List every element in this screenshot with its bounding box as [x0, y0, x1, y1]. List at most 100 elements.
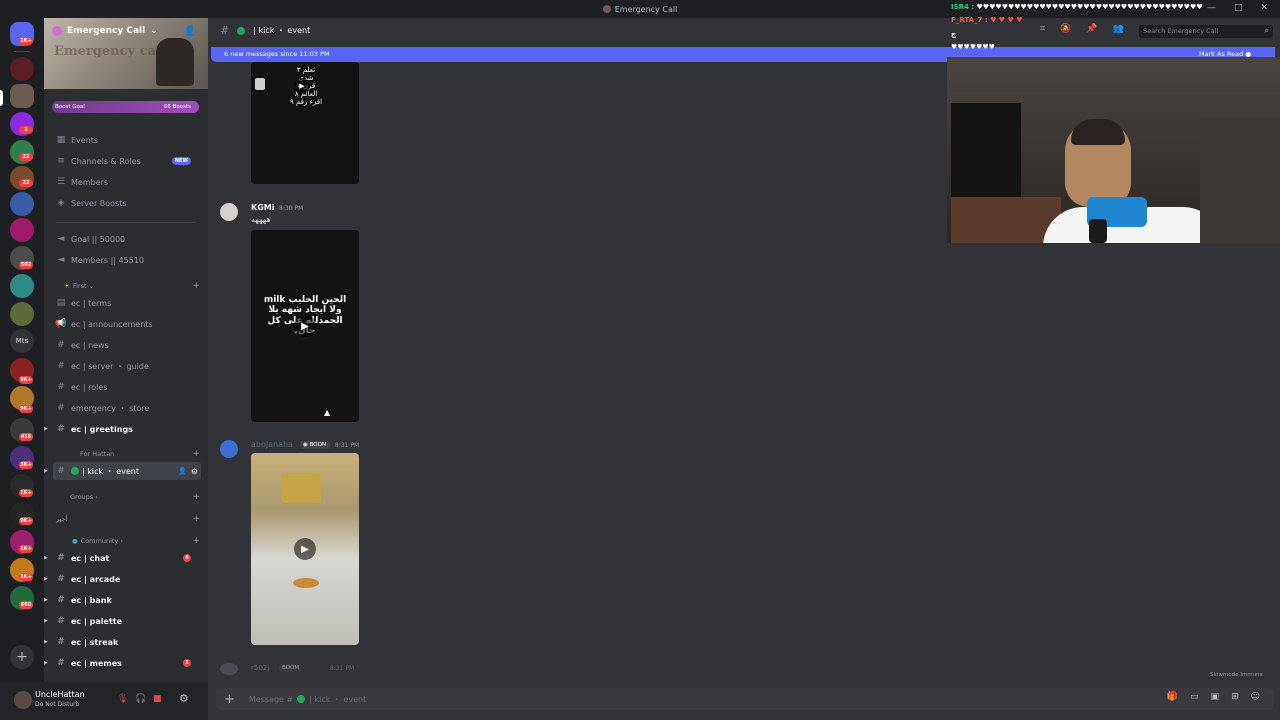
user-name[interactable]: UncleHattan: [35, 690, 85, 699]
video-attachment[interactable]: تعلم ٣ شدي قرن ٧ العالم ٨ اقرء رقم ٩ ▶: [251, 62, 359, 184]
settings-gear-icon[interactable]: ⚙: [179, 692, 189, 705]
add-channel-icon[interactable]: +: [192, 514, 200, 524]
chevron-down-icon: ⌄: [86, 282, 95, 290]
play-icon[interactable]: ▶: [294, 538, 316, 560]
channel-palette[interactable]: ▶ # ec | palette: [44, 612, 201, 630]
channel-memes[interactable]: ▶ # ec | memes 1: [44, 654, 201, 672]
sidebar-item-members[interactable]: ☰ Members: [53, 173, 201, 191]
server-name-header[interactable]: Emergency Call ⌄: [52, 26, 158, 36]
message-author[interactable]: r502|: [251, 664, 270, 672]
channel-greetings[interactable]: ▶ # ec | greetings: [44, 420, 201, 438]
gear-icon[interactable]: ⚙: [191, 467, 198, 476]
unread-indicator-icon: ▶: [44, 576, 48, 582]
video-attachment[interactable]: ▶: [251, 453, 359, 645]
speaker-icon: ◄: [57, 234, 65, 244]
unread-indicator-icon: ▶: [44, 555, 48, 561]
category-groups[interactable]: Groups › +: [56, 491, 200, 503]
hash-icon: #: [57, 637, 65, 647]
category-community[interactable]: ● Community › +: [56, 535, 200, 547]
hair-image: [1071, 119, 1125, 145]
server-icon[interactable]: [10, 274, 34, 298]
unread-indicator-icon: ▶: [44, 618, 48, 624]
server-badge: 9K+: [19, 376, 33, 384]
avatar[interactable]: [220, 440, 238, 458]
avatar[interactable]: [14, 691, 32, 709]
channel-title: | kick ・ event: [253, 26, 311, 35]
video-attachment[interactable]: الحين الحليب milk ولا ايجاد شهه يلا الحم…: [251, 230, 359, 422]
chat-header: # | kick ・ event: [208, 18, 948, 44]
composer-channel-name: | kick ・ event: [309, 694, 367, 704]
server-icon[interactable]: [10, 57, 34, 81]
server-icon-emergency-call[interactable]: [10, 84, 34, 108]
gif-icon[interactable]: ▭: [1190, 692, 1199, 702]
add-channel-icon[interactable]: +: [192, 449, 200, 459]
channel-bank[interactable]: ▶ # ec | bank: [44, 591, 201, 609]
channel-announcements[interactable]: 📢 ec | announcements: [53, 315, 201, 333]
channel-roles[interactable]: # ec | roles: [53, 378, 201, 396]
message-author[interactable]: KGMi: [251, 203, 274, 212]
chevron-right-icon: ›: [93, 493, 98, 501]
server-icon[interactable]: [10, 302, 34, 326]
channel-store[interactable]: # emergency ・ store: [53, 399, 201, 417]
apps-icon[interactable]: ⊞: [1231, 692, 1239, 702]
add-attachment-icon[interactable]: +: [224, 692, 235, 707]
channel-news[interactable]: # ec | news: [53, 336, 201, 354]
add-channel-icon[interactable]: +: [192, 492, 200, 502]
window-title: Emergency Call: [602, 5, 677, 14]
sticker-icon[interactable]: ▣: [1211, 692, 1220, 702]
hash-icon: #: [57, 466, 65, 476]
channel-kick-event-active[interactable]: ▶ # | kick ・ event 👤 ⚙: [44, 462, 201, 480]
voice-channel-members[interactable]: ◄ Members || 45510: [53, 251, 201, 269]
add-channel-icon[interactable]: +: [192, 281, 200, 291]
sidebar-item-events[interactable]: ▦ Events: [53, 131, 201, 149]
message-composer[interactable]: + Message # | kick ・ event 🎁 ▭ ▣ ⊞ ☺: [216, 688, 1274, 710]
voice-channel-goal[interactable]: ◄ Goal || 50000: [53, 230, 201, 248]
server-icon[interactable]: [10, 218, 34, 242]
hash-icon: #: [57, 403, 65, 413]
deafen-icon[interactable]: 🎧: [135, 694, 146, 704]
globe-icon: ●: [72, 537, 78, 545]
avatar[interactable]: [220, 663, 238, 675]
channel-server-guide[interactable]: # ec | server ・ guide: [53, 357, 201, 375]
add-channel-icon[interactable]: +: [192, 536, 200, 546]
add-server-icon[interactable]: +: [10, 645, 34, 669]
mute-mic-icon[interactable]: 🎙: [117, 694, 128, 704]
invite-people-icon[interactable]: 👤: [184, 26, 196, 37]
category-arabic[interactable]: أجير +: [56, 513, 200, 525]
announcement-icon: 📢: [55, 319, 67, 329]
boost-icon: ◈: [57, 198, 65, 208]
category-first[interactable]: ☀ First ⌄ +: [56, 280, 200, 292]
channel-chat[interactable]: ▶ # ec | chat 4: [44, 549, 201, 567]
gift-icon[interactable]: 🎁: [1167, 692, 1178, 702]
invite-icon[interactable]: 👤: [178, 467, 187, 475]
play-icon[interactable]: ▶: [294, 315, 316, 337]
boost-tag: BOOM: [279, 664, 303, 672]
message-author[interactable]: abojanaha: [251, 440, 293, 449]
hash-icon: #: [57, 424, 65, 434]
avatar[interactable]: [220, 203, 238, 221]
channel-arcade[interactable]: ▶ # ec | arcade: [44, 570, 201, 588]
overlay-chat-line: F_RTA_7 : ♥ ♥ ♥ ♥: [951, 16, 1023, 24]
sidebar-item-server-boosts[interactable]: ◈ Server Boosts: [53, 194, 201, 212]
server-badge: 416: [19, 433, 33, 441]
channel-streak[interactable]: ▶ # ec | streak: [44, 633, 201, 651]
green-circle-icon: [297, 695, 306, 703]
camera-icon[interactable]: ■: [153, 694, 162, 704]
server-badge: 22: [19, 179, 33, 187]
category-for-hattan[interactable]: For Hattan +: [56, 448, 200, 460]
server-badge: 1: [19, 126, 33, 134]
overlay-chat-line: ISR4 : ♥♥♥♥♥♥♥♥♥♥♥♥♥♥♥♥♥♥♥♥♥♥♥♥♥♥♥♥♥♥♥♥♥…: [951, 3, 1203, 11]
channel-terms[interactable]: ▤ ec | terms: [53, 294, 201, 312]
hash-icon: #: [57, 361, 65, 371]
server-badge: 1K+: [19, 489, 33, 497]
server-icon-mts[interactable]: Mts: [10, 329, 34, 353]
sidebar-item-channels-roles[interactable]: ≡ Channels & Roles NEW: [53, 152, 201, 170]
emoji-icon[interactable]: ☺: [1251, 692, 1260, 702]
play-icon[interactable]: ▶: [294, 78, 310, 94]
server-badge: 1K+: [19, 573, 33, 581]
hash-icon: #: [57, 553, 65, 563]
sun-icon: ☀: [64, 282, 70, 290]
boost-goal-bar[interactable]: Boost Goal 66 Boosts: [52, 101, 199, 113]
active-server-pill: [0, 90, 3, 106]
server-icon[interactable]: [10, 192, 34, 216]
